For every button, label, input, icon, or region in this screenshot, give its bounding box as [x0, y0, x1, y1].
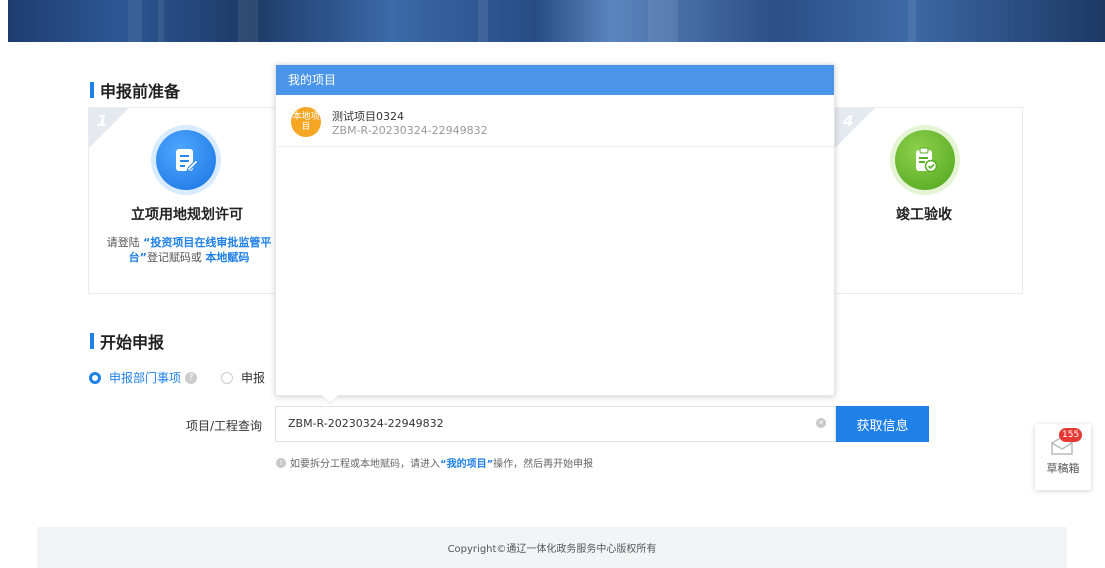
project-code: ZBM-R-20230324-22949832 [332, 124, 488, 137]
query-label: 项目/工程查询 [186, 419, 263, 433]
step-number-1: 1 [89, 108, 129, 148]
my-projects-dropdown: 我的项目 本地项目 测试项目0324 ZBM-R-20230324-229498… [275, 64, 835, 396]
top-banner [8, 0, 1105, 42]
radio-other[interactable] [221, 371, 234, 384]
step-title-1: 立项用地规划许可 [131, 207, 243, 223]
list-item[interactable]: 本地项目 测试项目0324 ZBM-R-20230324-22949832 [276, 95, 834, 147]
start-section-title: 开始申报 [90, 329, 164, 353]
local-project-badge: 本地项目 [291, 107, 321, 137]
declare-type-radio-group: 申报部门事项 ? 申报 [89, 369, 265, 386]
project-name: 测试项目0324 [332, 110, 404, 123]
project-query-input[interactable]: ZBM-R-20230324-22949832 [275, 406, 836, 442]
radio-dept-item[interactable] [89, 371, 101, 384]
local-code-link[interactable]: 本地赋码 [205, 251, 249, 264]
fetch-info-button[interactable]: 获取信息 [836, 406, 929, 442]
draft-label: 草稿箱 [1046, 462, 1080, 475]
dropdown-arrow [322, 395, 338, 403]
query-hint: ! 如要拆分工程或本地赋码，请进入 “我的项目” 操作，然后再开始申报 [276, 455, 593, 470]
prep-section-title: 申报前准备 [90, 78, 180, 102]
my-projects-link[interactable]: “我的项目” [440, 455, 493, 470]
step-desc-1: 请登陆 “投资项目在线审批监管平台”登记赋码或 本地赋码 [106, 236, 272, 264]
title-bar [90, 333, 94, 349]
radio-dept-item-label[interactable]: 申报部门事项 [109, 369, 181, 386]
help-icon[interactable]: ? [185, 371, 198, 384]
step-title-4: 竣工验收 [896, 207, 952, 223]
clear-icon[interactable]: ✕ [816, 418, 826, 428]
draft-count-badge: 155 [1059, 428, 1083, 442]
draft-box-button[interactable]: 155 草稿箱 [1035, 424, 1091, 490]
step-number-4: 4 [835, 108, 875, 148]
footer: Copyright©通辽一体化政务服务中心版权所有 [37, 527, 1067, 568]
copyright-text: Copyright©通辽一体化政务服务中心版权所有 [447, 544, 657, 555]
edit-doc-icon [156, 130, 216, 190]
clipboard-check-icon [895, 130, 955, 190]
dropdown-header: 我的项目 [276, 65, 834, 95]
title-bar [90, 82, 94, 98]
info-icon: ! [276, 457, 286, 468]
radio-other-label[interactable]: 申报 [241, 369, 265, 386]
